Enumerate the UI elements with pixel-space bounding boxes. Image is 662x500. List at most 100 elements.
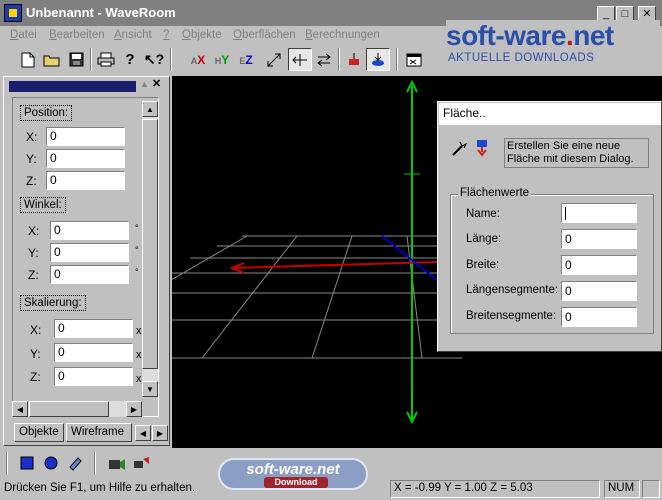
rotation-y-label: Y: <box>28 246 39 260</box>
flaeche-dialog: Fläche.. Erstellen Sie eine neue Fläche … <box>437 101 662 352</box>
help-icon[interactable]: ? <box>118 48 142 71</box>
tab-objekte[interactable]: Objekte <box>14 423 64 442</box>
scale-group-label: Skalierung: <box>20 295 86 311</box>
menu-berechnungen[interactable]: Berechnungen <box>305 29 380 41</box>
panel-close-icon[interactable]: ✕ <box>152 77 161 90</box>
name-label: Name: <box>466 208 500 220</box>
position-z-field[interactable]: 0 <box>46 171 125 190</box>
print-icon[interactable] <box>94 48 118 71</box>
tab-scroll-left[interactable]: ◀ <box>135 425 151 441</box>
rotation-y-deg: ° <box>135 245 139 255</box>
rotation-y-field[interactable]: 0 <box>50 243 129 262</box>
laenge-field[interactable]: 0 <box>561 229 637 249</box>
rotation-group-label: Winkel: <box>20 197 66 213</box>
scale-y-unit: x <box>136 349 142 361</box>
scroll-down-button[interactable]: ▼ <box>142 381 158 397</box>
x-axis-line <box>233 261 439 269</box>
position-x-label: X: <box>26 130 38 144</box>
name-field[interactable] <box>561 203 637 223</box>
main-toolbar: ? ↖? AX HY EZ <box>0 46 446 74</box>
menu-ansicht[interactable]: Ansicht <box>114 29 152 41</box>
scale-z-field[interactable]: 0 <box>54 367 133 386</box>
scale-y-field[interactable]: 0 <box>54 343 133 362</box>
save-icon[interactable] <box>64 48 88 71</box>
size-grip[interactable] <box>642 480 660 498</box>
context-help-icon[interactable]: ↖? <box>142 48 166 71</box>
new-file-icon[interactable] <box>16 48 40 71</box>
breitensegmente-field[interactable]: 0 <box>561 307 637 327</box>
position-y-field[interactable]: 0 <box>46 149 125 168</box>
menu-datei[interactable]: Datei <box>10 29 37 41</box>
floor-grid <box>172 235 463 359</box>
scroll-up-button[interactable]: ▲ <box>142 101 158 117</box>
scale-x-field[interactable]: 0 <box>54 319 133 338</box>
menu-help[interactable]: ? <box>163 29 169 41</box>
rotation-x-label: X: <box>28 224 40 238</box>
tab-scroll-right[interactable]: ▶ <box>152 425 168 441</box>
move-horizontal-icon[interactable] <box>288 48 312 71</box>
axis-y-icon[interactable]: HY <box>210 48 234 71</box>
position-y-label: Y: <box>26 152 37 166</box>
blue-box-icon[interactable] <box>16 452 38 474</box>
hscroll-thumb[interactable] <box>29 401 109 417</box>
window-title: Unbenannt - WaveRoom <box>26 5 176 20</box>
axis-x-icon[interactable]: AX <box>186 48 210 71</box>
cylinder-icon[interactable] <box>64 452 86 474</box>
dialog-title: Fläche.. <box>443 106 486 120</box>
dialog-hint-text: Erstellen Sie eine neue Fläche mit diese… <box>504 138 649 168</box>
dialog-title-bar[interactable]: Fläche.. <box>439 103 661 125</box>
scale-icon[interactable] <box>262 48 286 71</box>
scale-x-unit: x <box>136 325 142 337</box>
scale-z-label: Z: <box>30 370 41 384</box>
flaechenwerte-title: Flächenwerte <box>458 187 532 199</box>
scale-y-label: Y: <box>30 347 41 361</box>
camera-icon[interactable] <box>106 452 128 474</box>
watermark-text: soft-ware.net <box>246 461 340 478</box>
breitensegmente-label: Breitensegmente: <box>466 310 557 322</box>
scroll-left-button[interactable]: ◀ <box>12 401 28 417</box>
app-icon[interactable] <box>4 4 22 22</box>
soft-ware-logo: soft-ware.net AKTUELLE DOWNLOADS <box>446 20 660 70</box>
scroll-thumb[interactable] <box>142 119 158 369</box>
light-icon[interactable] <box>130 452 152 474</box>
status-bar: Drücken Sie F1, um Hilfe zu erhalten. X … <box>0 478 662 500</box>
create-surface-icon[interactable] <box>450 138 470 158</box>
panel-vertical-scrollbar[interactable]: ▲ ▼ <box>142 101 158 397</box>
position-group-label: Position: <box>20 105 73 121</box>
menu-objekte[interactable]: Objekte <box>182 29 222 41</box>
blue-sphere-icon[interactable] <box>40 452 62 474</box>
position-z-label: Z: <box>26 174 37 188</box>
rotation-z-field[interactable]: 0 <box>50 265 129 284</box>
menu-oberflaechen[interactable]: Oberflächen <box>233 29 296 41</box>
laenge-label: Länge: <box>466 233 502 245</box>
menu-bearbeiten[interactable]: Bearbeiten <box>49 29 105 41</box>
breite-field[interactable]: 0 <box>561 255 637 275</box>
brand-main: soft-ware <box>446 20 566 51</box>
scroll-right-button[interactable]: ▶ <box>126 401 142 417</box>
tab-wireframe[interactable]: Wireframe <box>66 423 132 442</box>
position-x-field[interactable]: 0 <box>46 127 125 146</box>
laengensegmente-label: Längensegmente: <box>466 284 559 296</box>
properties-icon[interactable] <box>402 48 426 71</box>
breite-label: Breite: <box>466 259 500 271</box>
panel-caption <box>9 81 136 92</box>
axis-z-icon[interactable]: EZ <box>234 48 258 71</box>
open-folder-icon[interactable] <box>40 48 64 71</box>
red-object-icon[interactable] <box>342 48 366 71</box>
panel-tabs: Objekte Wireframe ◀ ▶ <box>12 423 170 443</box>
laengensegmente-field[interactable]: 0 <box>561 281 637 301</box>
surface-object-icon[interactable] <box>474 138 494 158</box>
blue-object-icon[interactable] <box>366 48 390 71</box>
panel-horizontal-scrollbar[interactable]: ◀ ▶ <box>12 401 142 417</box>
status-help-text: Drücken Sie F1, um Hilfe zu erhalten. <box>4 482 196 494</box>
menu-bar: Datei Bearbeiten Ansicht ? Objekte Oberf… <box>0 27 446 45</box>
scale-x-label: X: <box>30 323 42 337</box>
panel-collapse-icon[interactable]: ▲ <box>140 79 149 89</box>
rotation-z-label: Z: <box>28 268 39 282</box>
scale-z-unit: x <box>136 373 142 385</box>
rotation-x-field[interactable]: 0 <box>50 221 129 240</box>
object-properties-panel: ▲ ✕ Position: X: 0 Y: 0 Z: 0 Winkel: X: … <box>3 76 170 446</box>
status-num-lock: NUM <box>604 480 640 498</box>
move-vertical-icon[interactable] <box>312 48 336 71</box>
rotation-x-deg: ° <box>135 223 139 233</box>
